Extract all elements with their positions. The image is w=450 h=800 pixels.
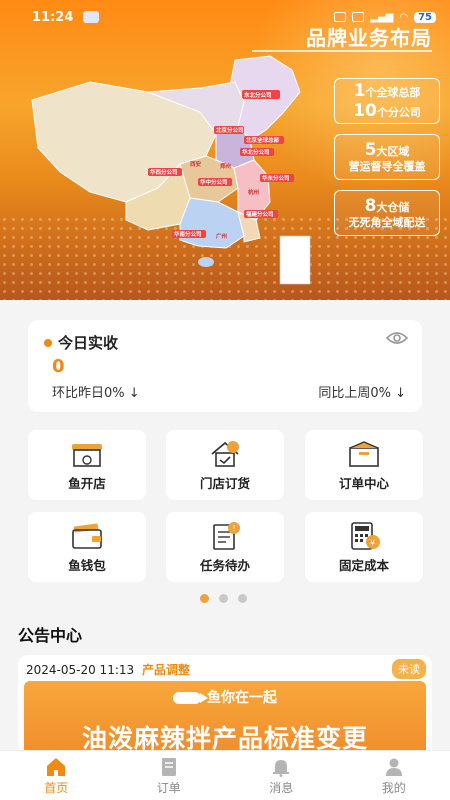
bottom-tab-bar: 首页 订单 消息 我的 xyxy=(0,750,450,800)
pager-dot-active[interactable] xyxy=(200,594,209,603)
tile-label: 门店订货 xyxy=(199,476,250,491)
tab-label: 首页 xyxy=(44,781,69,795)
stat-box-hq: 1个全球总部 10个分公司 xyxy=(334,78,440,124)
map-label-north: 华北分公司 xyxy=(242,148,270,156)
tile-store-ordering[interactable]: 门店订货 xyxy=(166,430,284,500)
stat-hq-label: 个全球总部 xyxy=(365,85,421,99)
tab-profile[interactable]: 我的 xyxy=(338,751,450,800)
tab-label: 订单 xyxy=(156,781,181,795)
signal-icon: ▂▄▆ xyxy=(370,11,394,23)
title-dot xyxy=(44,339,52,347)
app-notification-icon xyxy=(83,11,100,23)
stat-warehouses-number: 8 xyxy=(364,195,377,216)
stat-box-warehouses: 8大仓储 无死角全域配送 xyxy=(334,190,440,236)
grid-pager[interactable] xyxy=(200,594,247,603)
tile-tasks[interactable]: ! 任务待办 xyxy=(166,512,284,582)
map-label-west: 华西分公司 xyxy=(150,168,178,176)
notice-date: 2024-05-20 11:13 xyxy=(26,663,135,677)
notice-meta: 2024-05-20 11:13 产品调整 xyxy=(26,661,190,678)
notice-tag: 产品调整 xyxy=(141,663,190,677)
tab-label: 我的 xyxy=(381,781,406,795)
notice-section-title: 公告中心 xyxy=(18,626,83,645)
today-value: 0 xyxy=(52,356,65,377)
map-label-south: 华南分公司 xyxy=(174,230,202,238)
china-map: 东北分公司 北京分公司 北京全球总部 华北分公司 华东分公司 华西分公司 华中分… xyxy=(31,55,311,285)
home-icon xyxy=(47,758,66,776)
store-icon xyxy=(72,444,102,467)
stat-branches-label: 个分公司 xyxy=(376,106,421,119)
today-title: 今日实收 xyxy=(58,334,119,352)
map-label-beijing-branch: 北京分公司 xyxy=(216,126,244,134)
pager-dot[interactable] xyxy=(219,594,228,603)
tile-label: 固定成本 xyxy=(338,558,389,573)
stat-regions-label: 大区域 xyxy=(376,144,410,158)
fish-logo-icon xyxy=(173,692,208,704)
status-time: 11:24 xyxy=(32,9,74,25)
tab-home[interactable]: 首页 xyxy=(0,751,113,800)
stat-regions-number: 5 xyxy=(364,139,377,160)
stat-branches-number: 10 xyxy=(353,101,377,121)
notice-brand: 鱼你在一起 xyxy=(24,687,426,707)
box-order-icon xyxy=(349,441,379,467)
map-label-xian: 西安 xyxy=(190,160,202,168)
order-icon xyxy=(161,758,176,776)
stat-regions-desc: 营运督导全覆盖 xyxy=(348,160,426,174)
day-compare: 环比昨日0% ↓ xyxy=(52,386,140,401)
pager-dot[interactable] xyxy=(238,594,247,603)
tab-messages[interactable]: 消息 xyxy=(225,751,338,800)
svg-text:!: ! xyxy=(233,524,236,533)
profile-icon xyxy=(385,758,402,776)
task-icon: ! xyxy=(213,522,240,550)
tab-label: 消息 xyxy=(269,781,294,795)
map-label-central: 华中分公司 xyxy=(200,178,228,186)
tab-orders[interactable]: 订单 xyxy=(113,751,226,800)
tile-label: 订单中心 xyxy=(338,476,389,491)
map-label-zhengzhou: 郑州 xyxy=(220,162,232,170)
tile-fixed-cost[interactable]: ¥ 固定成本 xyxy=(305,512,423,582)
notice-brand-text: 鱼你在一起 xyxy=(207,690,277,706)
stat-warehouses-desc: 无死角全域配送 xyxy=(348,216,426,230)
hero-banner[interactable]: 11:24 ▂▄▆ ◠ 75 品牌业务布局 东北分公司 北京分公司 北京全球总部… xyxy=(0,0,450,300)
wifi-icon: ◠ xyxy=(399,11,409,23)
map-label-hangzhou: 杭州 xyxy=(248,188,260,196)
map-label-east: 华东分公司 xyxy=(262,174,290,182)
svg-text:¥: ¥ xyxy=(370,539,375,548)
stat-hq-number: 1 xyxy=(353,80,366,101)
status-icons: ▂▄▆ ◠ 75 xyxy=(334,11,436,23)
week-compare: 同比上周0% ↓ xyxy=(318,386,406,401)
battery-indicator: 75 xyxy=(414,11,436,23)
tile-wallet[interactable]: 鱼钱包 xyxy=(28,512,146,582)
tile-order-center[interactable]: 订单中心 xyxy=(305,430,423,500)
tile-label: 鱼开店 xyxy=(68,476,106,491)
tile-label: 任务待办 xyxy=(199,558,250,573)
unread-badge: 未读 xyxy=(392,659,426,679)
house-order-icon xyxy=(211,441,239,467)
map-label-fujian: 福建分公司 xyxy=(245,210,274,218)
tile-label: 鱼钱包 xyxy=(68,558,106,573)
nfc-icon xyxy=(334,12,347,22)
map-label-beijing-hq: 北京全球总部 xyxy=(246,136,280,144)
stat-warehouses-label: 大仓储 xyxy=(376,200,410,214)
bell-icon xyxy=(273,760,290,777)
calculator-icon: ¥ xyxy=(351,522,380,550)
today-revenue-card[interactable]: 今日实收 0 环比昨日0% ↓ 同比上周0% ↓ xyxy=(28,320,422,412)
wallet-icon xyxy=(72,523,102,549)
notice-card[interactable]: 2024-05-20 11:13 产品调整 未读 鱼你在一起 油泼麻辣拌产品标准… xyxy=(18,655,432,765)
eye-icon[interactable] xyxy=(386,330,408,346)
map-label-guangzhou: 广州 xyxy=(216,232,228,240)
tile-open-store[interactable]: 鱼开店 xyxy=(28,430,146,500)
banner-title: 品牌业务布局 xyxy=(306,26,432,50)
alarm-icon xyxy=(352,12,365,22)
map-label-northeast: 东北分公司 xyxy=(244,91,272,99)
stat-box-regions: 5大区域 营运督导全覆盖 xyxy=(334,134,440,180)
